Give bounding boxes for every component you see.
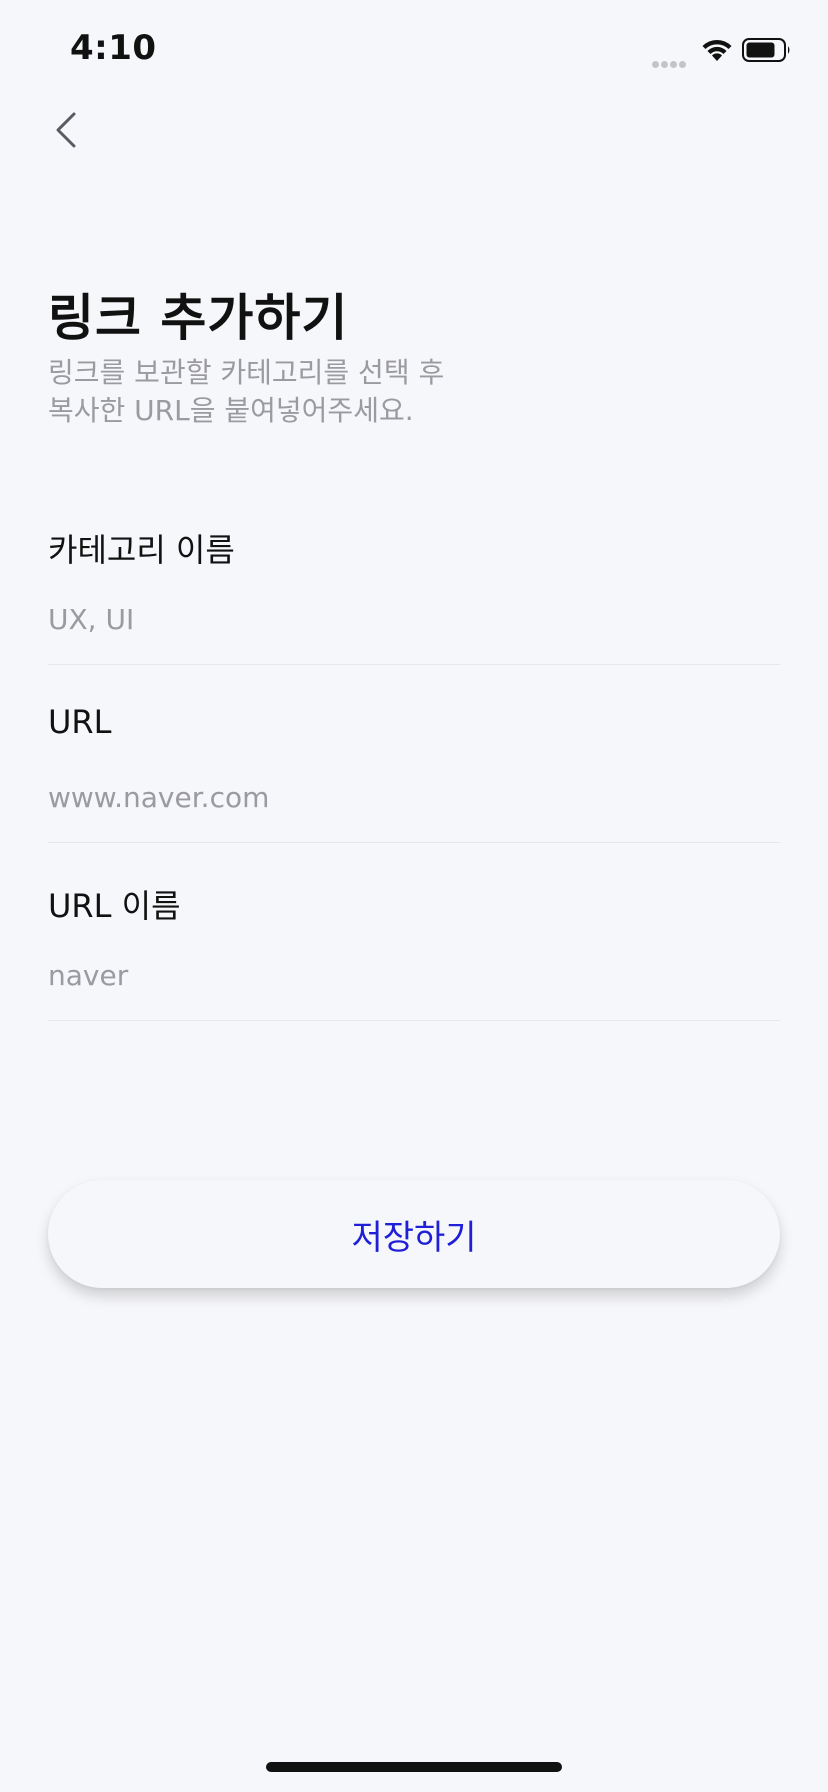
status-time: 4:10 [70,28,157,68]
page-title: 링크 추가하기 [48,289,349,347]
back-button[interactable] [46,104,90,156]
url-name-field: URL 이름 [48,881,780,1021]
subtitle-line-1: 링크를 보관할 카테고리를 선택 후 [48,356,445,389]
url-label: URL [48,703,112,741]
chevron-left-icon [56,112,76,148]
save-button[interactable]: 저장하기 [48,1180,780,1288]
status-bar: 4:10 [0,0,828,100]
url-input[interactable] [48,781,780,814]
subtitle-line-2: 복사한 URL을 붙여넣어주세요. [48,394,414,427]
url-name-input[interactable] [48,959,780,992]
category-input[interactable] [48,603,780,636]
category-label: 카테고리 이름 [48,531,235,569]
url-name-label: URL 이름 [48,887,181,925]
category-field: 카테고리 이름 [48,525,780,665]
add-link-screen: 4:10 링크 추가하기 링크를 보관할 카테고리를 선택 후 복사한 URL을… [0,0,828,1792]
battery-icon [742,38,790,62]
signal-icon [652,53,688,72]
page-subtitle: 링크를 보관할 카테고리를 선택 후 복사한 URL을 붙여넣어주세요. [48,354,444,430]
wifi-icon [702,39,732,61]
url-field: URL [48,703,780,843]
home-indicator[interactable] [266,1762,562,1772]
